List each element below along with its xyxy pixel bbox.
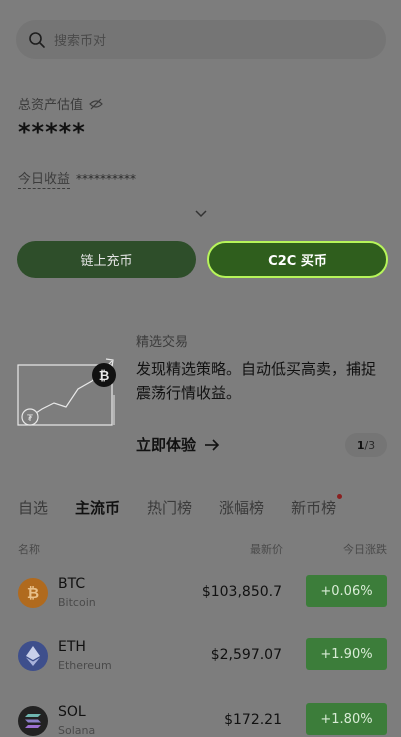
today-pnl-value: **********	[76, 171, 137, 186]
coin-row-btc[interactable]: ₿ BTC Bitcoin $103,850.7 +0.06%	[0, 570, 401, 618]
solana-icon	[18, 706, 48, 736]
tab-major-coins[interactable]: 主流币	[75, 497, 120, 518]
tab-new-coins[interactable]: 新币榜	[291, 494, 343, 518]
today-pnl[interactable]: 今日收益 **********	[18, 168, 136, 189]
solana-bars-icon	[25, 714, 41, 728]
bitcoin-icon: ₿	[18, 578, 48, 608]
tab-hot[interactable]: 热门榜	[147, 497, 192, 518]
coin-price: $2,597.07	[210, 647, 282, 663]
hide-eye-icon[interactable]	[89, 98, 103, 110]
tab-new-coins-label: 新币榜	[291, 499, 337, 517]
coin-name: Solana	[58, 724, 96, 737]
coin-change-badge: +0.06%	[306, 575, 387, 607]
trading-chart-illustration: ₮ ₿	[17, 358, 116, 426]
coin-symbol: SOL	[58, 704, 86, 720]
ethereum-diamond-icon	[26, 646, 40, 666]
search-placeholder: 搜索币对	[54, 34, 107, 49]
coin-row-sol[interactable]: SOL Solana $172.21 +1.80%	[0, 698, 401, 737]
pager-current: 1	[356, 438, 365, 452]
markets-page: 搜索币对 总资产估值 ***** 今日收益 ********** 链上充币 C2…	[0, 0, 401, 737]
pager-total: /3	[364, 438, 376, 452]
coin-change-badge: +1.90%	[306, 638, 387, 670]
market-tabs: 自选 主流币 热门榜 涨幅榜 新币榜	[18, 494, 363, 518]
total-assets-label: 总资产估值	[18, 94, 103, 113]
notification-dot	[337, 494, 343, 499]
promo-cta-label: 立即体验	[136, 436, 197, 454]
coin-name: Bitcoin	[58, 596, 96, 609]
tab-gainers[interactable]: 涨幅榜	[219, 497, 264, 518]
column-header-price: 最新价	[250, 543, 283, 556]
coin-row-eth[interactable]: ETH Ethereum $2,597.07 +1.90%	[0, 633, 401, 681]
search-bar[interactable]: 搜索币对	[16, 20, 386, 59]
today-pnl-label: 今日收益	[18, 168, 71, 189]
coin-price: $172.21	[224, 712, 282, 728]
promo-title: 精选交易	[136, 335, 189, 350]
chevron-down-icon[interactable]	[195, 210, 207, 218]
coin-price: $103,850.7	[201, 584, 282, 600]
svg-text:₮: ₮	[27, 414, 33, 424]
coin-name: Ethereum	[58, 659, 112, 672]
ethereum-icon	[18, 641, 48, 671]
coin-change-badge: +1.80%	[306, 703, 387, 735]
onchain-deposit-button[interactable]: 链上充币	[17, 241, 196, 278]
coin-symbol: ETH	[58, 639, 86, 655]
promo-description: 发现精选策略。自动低买高卖，捕捉震荡行情收益。	[136, 360, 377, 402]
carousel-pager: 1 /3	[345, 433, 387, 457]
column-header-change[interactable]: 今日涨跌	[343, 541, 387, 557]
column-header-name: 名称	[18, 543, 40, 556]
search-icon	[29, 31, 45, 48]
total-assets-label-text: 总资产估值	[18, 98, 84, 113]
promo-cta-link[interactable]: 立即体验	[136, 434, 220, 455]
tab-favorites[interactable]: 自选	[18, 497, 48, 518]
arrow-right-icon	[205, 438, 220, 451]
total-assets-value: *****	[18, 118, 86, 146]
svg-text:₿: ₿	[99, 369, 110, 384]
coin-symbol: BTC	[58, 576, 86, 592]
c2c-buy-button[interactable]: C2C 买币	[207, 241, 388, 278]
